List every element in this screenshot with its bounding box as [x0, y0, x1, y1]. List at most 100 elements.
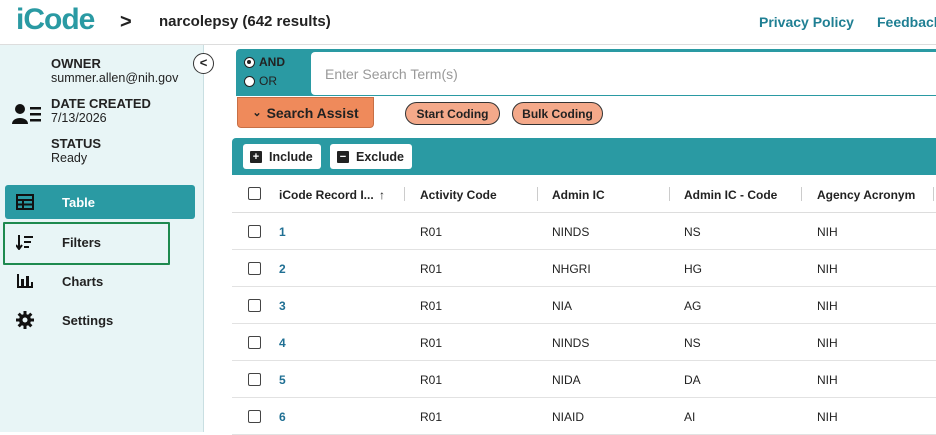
breadcrumb-chevron-icon: > [120, 11, 132, 33]
feedback-link[interactable]: Feedback [877, 14, 936, 30]
record-id-link[interactable]: 2 [279, 262, 286, 276]
admin-ic-code-cell: AG [684, 299, 702, 313]
sidebar-item-label: Filters [62, 234, 102, 250]
privacy-policy-link[interactable]: Privacy Policy [759, 14, 854, 30]
activity-code-cell: R01 [420, 336, 443, 350]
admin-ic-cell: NIDA [552, 373, 581, 387]
exclude-label: Exclude [356, 149, 404, 164]
column-divider[interactable] [801, 187, 802, 201]
admin-ic-cell: NIAID [552, 410, 585, 424]
chevron-down-icon: ⌄ [252, 107, 262, 119]
status-value: Ready [51, 151, 88, 165]
column-divider[interactable] [933, 187, 934, 201]
search-input[interactable] [311, 52, 936, 95]
search-assist-button[interactable]: ⌄ Search Assist [237, 97, 374, 128]
sidebar-item-filters[interactable]: Filters [5, 225, 195, 259]
owner-label: OWNER [51, 56, 101, 71]
select-all-checkbox[interactable] [248, 187, 261, 200]
page-title: narcolepsy (642 results) [159, 13, 331, 30]
collapse-sidebar-button[interactable]: < [193, 53, 214, 74]
agency-acronym-cell: NIH [817, 373, 838, 387]
and-radio-option[interactable]: AND [244, 55, 285, 69]
admin-ic-code-cell: AI [684, 410, 696, 424]
top-bar: iCode > narcolepsy (642 results) Privacy… [0, 0, 936, 45]
row-checkbox[interactable] [248, 373, 261, 386]
results-table: iCode Record I... ↑ Activity Code Admin … [232, 175, 936, 435]
search-assist-label: Search Assist [266, 104, 359, 121]
activity-code-cell: R01 [420, 373, 443, 387]
or-radio-option[interactable]: OR [244, 74, 277, 88]
include-label: Include [269, 149, 313, 164]
admin-ic-code-cell: NS [684, 225, 701, 239]
row-checkbox[interactable] [248, 410, 261, 423]
table-row[interactable]: 1 R01 NINDS NS NIH [232, 213, 936, 250]
start-coding-button[interactable]: Start Coding [405, 102, 500, 125]
agency-acronym-cell: NIH [817, 262, 838, 276]
and-radio-label: AND [259, 55, 285, 69]
activity-code-cell: R01 [420, 262, 443, 276]
admin-ic-code-cell: HG [684, 262, 702, 276]
bulk-coding-button[interactable]: Bulk Coding [512, 102, 603, 125]
row-checkbox[interactable] [248, 262, 261, 275]
sort-ascending-icon[interactable]: ↑ [379, 188, 385, 202]
app-logo[interactable]: iCode [16, 3, 95, 37]
column-divider[interactable] [669, 187, 670, 201]
activity-code-cell: R01 [420, 299, 443, 313]
sidebar-item-label: Settings [62, 312, 114, 328]
admin-ic-cell: NINDS [552, 336, 590, 350]
or-radio-label: OR [259, 74, 277, 88]
record-id-link[interactable]: 6 [279, 410, 286, 424]
filter-sort-icon [14, 231, 36, 253]
table-row[interactable]: 5 R01 NIDA DA NIH [232, 361, 936, 398]
record-id-link[interactable]: 5 [279, 373, 286, 387]
status-label: STATUS [51, 136, 102, 151]
table-row[interactable]: 6 R01 NIAID AI NIH [232, 398, 936, 435]
plus-icon: + [250, 150, 262, 163]
agency-acronym-cell: NIH [817, 225, 838, 239]
activity-code-cell: R01 [420, 410, 443, 424]
row-checkbox[interactable] [248, 336, 261, 349]
record-id-link[interactable]: 4 [279, 336, 286, 350]
radio-unchecked-icon[interactable] [244, 75, 255, 87]
column-divider[interactable] [404, 187, 405, 201]
column-header-activity-code[interactable]: Activity Code [420, 188, 497, 202]
table-header: iCode Record I... ↑ Activity Code Admin … [232, 175, 936, 213]
sidebar-item-label: Table [62, 194, 95, 210]
admin-ic-cell: NINDS [552, 225, 590, 239]
record-id-link[interactable]: 3 [279, 299, 286, 313]
column-header-agency-acronym[interactable]: Agency Acronym [817, 188, 915, 202]
owner-value: summer.allen@nih.gov [51, 71, 179, 85]
table-row[interactable]: 3 R01 NIA AG NIH [232, 287, 936, 324]
radio-checked-icon[interactable] [244, 56, 255, 68]
sidebar-item-charts[interactable]: Charts [5, 264, 195, 298]
table-icon [14, 191, 36, 213]
column-header-record-id[interactable]: iCode Record I... [279, 188, 374, 202]
sidebar-item-settings[interactable]: Settings [5, 303, 195, 337]
sidebar-item-label: Charts [62, 273, 104, 289]
admin-ic-cell: NIA [552, 299, 573, 313]
column-header-admin-ic-code[interactable]: Admin IC - Code [684, 188, 777, 202]
row-checkbox[interactable] [248, 299, 261, 312]
table-row[interactable]: 4 R01 NINDS NS NIH [232, 324, 936, 361]
admin-ic-code-cell: NS [684, 336, 701, 350]
exclude-button[interactable]: − Exclude [330, 144, 412, 169]
table-row[interactable]: 2 R01 NHGRI HG NIH [232, 250, 936, 287]
agency-acronym-cell: NIH [817, 336, 838, 350]
minus-icon: − [337, 150, 349, 163]
user-list-icon [12, 104, 41, 124]
row-checkbox[interactable] [248, 225, 261, 238]
column-divider[interactable] [537, 187, 538, 201]
include-button[interactable]: + Include [243, 144, 321, 169]
agency-acronym-cell: NIH [817, 410, 838, 424]
agency-acronym-cell: NIH [817, 299, 838, 313]
admin-ic-cell: NHGRI [552, 262, 591, 276]
admin-ic-code-cell: DA [684, 373, 701, 387]
record-id-link[interactable]: 1 [279, 225, 286, 239]
sidebar-item-table[interactable]: Table [5, 185, 195, 219]
date-created-value: 7/13/2026 [51, 111, 107, 125]
column-header-admin-ic[interactable]: Admin IC [552, 188, 605, 202]
activity-code-cell: R01 [420, 225, 443, 239]
bar-chart-icon [14, 270, 36, 292]
gear-icon [14, 309, 36, 331]
date-created-label: DATE CREATED [51, 96, 151, 111]
